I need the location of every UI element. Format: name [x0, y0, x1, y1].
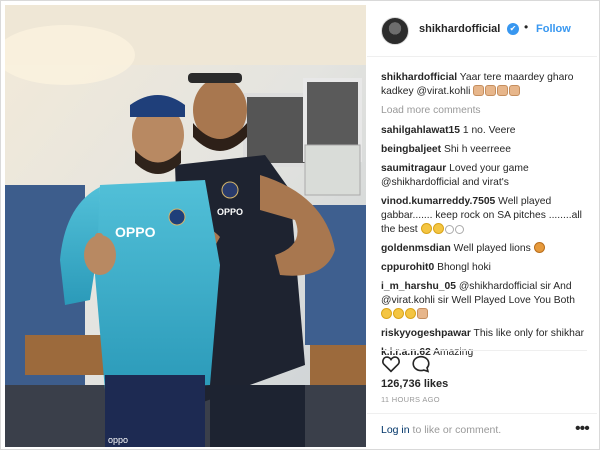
comment-user[interactable]: beingbaljeet — [381, 144, 441, 155]
heart-icon[interactable] — [381, 355, 401, 378]
comment-item: i_m_harshu_05 @shikhardofficial sir And … — [381, 280, 587, 322]
smiley-emoji — [393, 308, 404, 319]
comment-item: goldenmsdian Well played lions — [381, 242, 587, 256]
lion-emoji — [533, 242, 545, 253]
caption-user[interactable]: shikhardofficial — [381, 72, 457, 83]
login-prompt: Log in to like or comment. — [381, 424, 501, 436]
comment-text: Shi h veerreee — [443, 144, 511, 155]
comment-text: Bhongl hoki — [437, 262, 491, 273]
comment-item: beingbaljeet Shi h veerreee — [381, 143, 587, 157]
comment-item: cppurohit0 Bhongl hoki — [381, 261, 587, 275]
comment-item: sahilgahlawat15 1 no. Veere — [381, 124, 587, 138]
comment-user[interactable]: sahilgahlawat15 — [381, 125, 460, 136]
comment-user[interactable]: i_m_harshu_05 — [381, 281, 456, 292]
photo-illustration: OPPO OPPO oppo — [5, 5, 366, 447]
white-circle-emoji — [444, 225, 454, 234]
flexed-biceps-emoji — [485, 85, 497, 96]
comment-text: This like only for shikhar — [473, 328, 584, 339]
post-header: shikhardofficial ✔ • Follow — [367, 5, 597, 57]
jersey-brand-left: OPPO — [115, 224, 156, 240]
smiley-emoji — [381, 308, 392, 319]
post-photo[interactable]: OPPO OPPO oppo — [5, 5, 366, 447]
login-rest: to like or comment. — [409, 424, 502, 436]
thumbs-up-emoji — [509, 85, 521, 96]
flexed-biceps-emoji — [473, 85, 485, 96]
comment-item: riskyyogeshpawar This like only for shik… — [381, 327, 587, 341]
comment-item: saumitragaur Loved your game @shikhardof… — [381, 162, 587, 190]
comment-item: vinod.kumarreddy.7505 Well played gabbar… — [381, 195, 587, 237]
comment-user[interactable]: saumitragaur — [381, 163, 446, 174]
login-link[interactable]: Log in — [381, 424, 410, 436]
username-link[interactable]: shikhardofficial — [419, 23, 500, 35]
shorts-brand: oppo — [108, 435, 128, 445]
load-more-comments-button[interactable]: Load more comments — [381, 104, 587, 118]
caption-emoji — [473, 85, 521, 97]
smiley-emoji — [420, 223, 432, 234]
caption: shikhardofficial Yaar tere maardey gharo… — [381, 71, 587, 99]
jersey-brand-right: OPPO — [217, 207, 243, 217]
follow-button[interactable]: Follow — [536, 23, 571, 35]
instagram-post: OPPO OPPO oppo shikhardofficial ✔ • Foll… — [0, 0, 600, 450]
thumbs-up-emoji — [417, 308, 428, 319]
avatar[interactable] — [381, 17, 409, 45]
more-options-icon[interactable]: ••• — [575, 420, 590, 438]
post-timestamp: 11 HOURS AGO — [381, 395, 440, 404]
sunglasses-emoji — [405, 308, 416, 319]
comment-user[interactable]: vinod.kumarreddy.7505 — [381, 196, 495, 207]
white-circle-emoji — [454, 225, 464, 234]
comments-list: shikhardofficial Yaar tere maardey gharo… — [381, 71, 587, 365]
post-actions — [381, 350, 587, 373]
comment-text: Well played lions — [453, 243, 531, 254]
comment-emoji — [381, 308, 429, 320]
separator-dot: • — [524, 20, 529, 34]
likes-count[interactable]: 126,736 likes — [381, 378, 448, 390]
login-bar: Log in to like or comment. ••• — [367, 413, 597, 447]
thumbs-up-emoji — [497, 85, 509, 96]
comment-user[interactable]: riskyyogeshpawar — [381, 328, 471, 339]
comment-text: 1 no. Veere — [462, 125, 516, 136]
verified-icon: ✔ — [507, 23, 519, 35]
comment-icon[interactable] — [411, 355, 431, 378]
post-side-panel: shikhardofficial ✔ • Follow shikhardoffi… — [367, 5, 597, 447]
comment-emoji — [420, 223, 465, 235]
smiley-emoji — [432, 223, 444, 234]
comment-user[interactable]: cppurohit0 — [381, 262, 434, 273]
comment-user[interactable]: goldenmsdian — [381, 243, 451, 254]
